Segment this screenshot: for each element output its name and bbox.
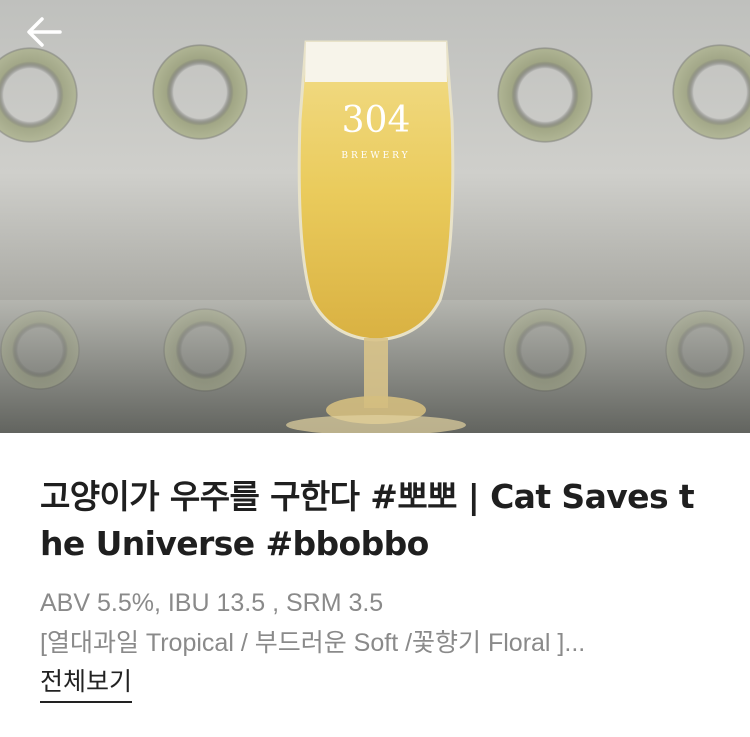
back-button[interactable] <box>24 14 70 54</box>
glass-logo-text: BREWERY <box>341 151 410 161</box>
hero-image: 304 BREWERY <box>0 0 750 433</box>
arrow-left-icon <box>27 17 62 47</box>
beer-details: 고양이가 우주를 구한다 #뽀뽀 | Cat Saves the Univers… <box>0 433 750 703</box>
beer-description: [열대과일 Tropical / 부드러운 Soft /꽃향기 Floral ]… <box>40 629 586 657</box>
beer-title: 고양이가 우주를 구한다 #뽀뽀 | Cat Saves the Univers… <box>40 477 695 563</box>
show-more-link[interactable]: 전체보기 <box>40 663 133 703</box>
beer-specs: ABV 5.5%, IBU 13.5 , SRM 3.5 <box>40 589 384 617</box>
glass-logo-number: 304 <box>342 100 411 141</box>
beer-photo: 304 BREWERY <box>0 40 750 433</box>
